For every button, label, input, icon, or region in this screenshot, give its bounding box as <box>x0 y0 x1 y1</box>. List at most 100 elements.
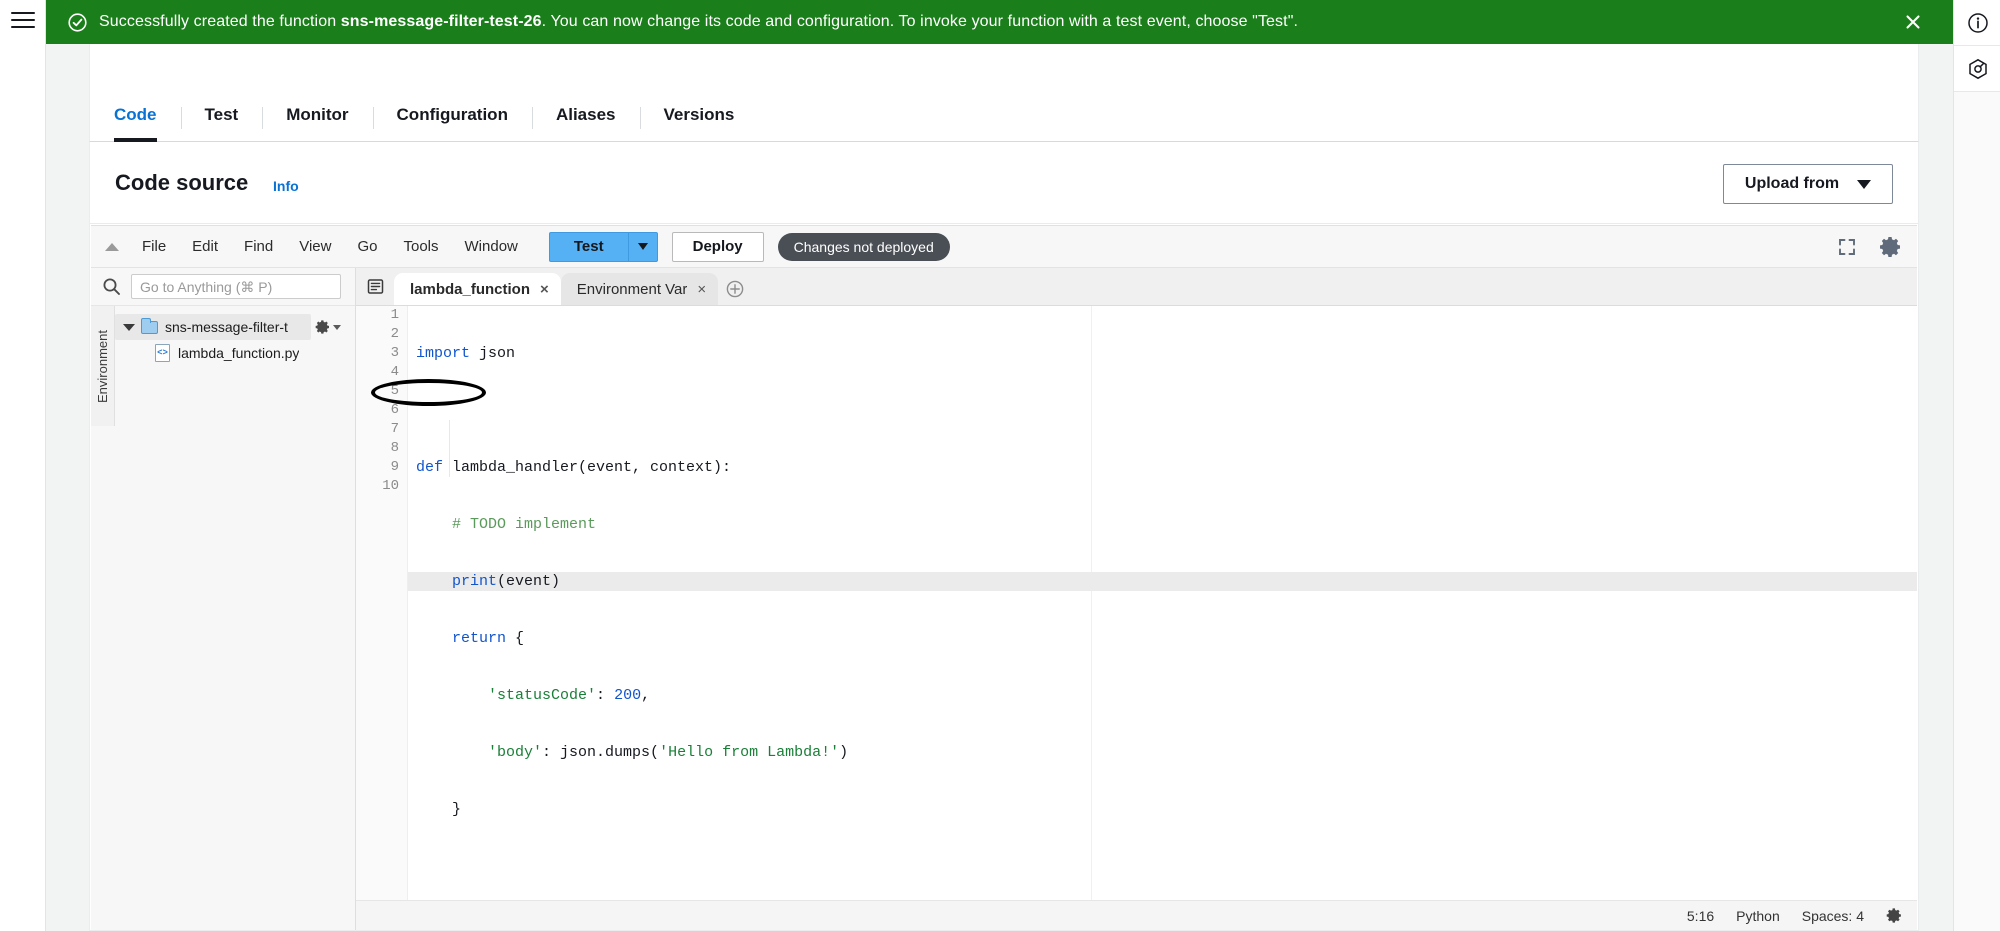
tab-aliases[interactable]: Aliases <box>531 105 640 141</box>
hamburger-menu-icon[interactable] <box>11 12 35 32</box>
code-line-4: # TODO implement <box>408 515 1917 534</box>
code-token-text: json <box>470 345 516 362</box>
line-number: 10 <box>382 478 399 494</box>
line-number: 4 <box>390 364 399 380</box>
collapse-ide-icon[interactable] <box>105 242 119 251</box>
tab-monitor[interactable]: Monitor <box>262 105 372 141</box>
ide-menu-bar: File Edit Find View Go Tools Window Test… <box>91 226 1917 268</box>
folder-icon <box>141 317 158 334</box>
menu-find[interactable]: Find <box>231 226 286 268</box>
deploy-button[interactable]: Deploy <box>671 231 764 262</box>
editor-status-bar: 5:16 Python Spaces: 4 <box>356 900 1917 930</box>
tab-versions-label: Versions <box>663 105 735 124</box>
fullscreen-icon[interactable] <box>1837 237 1857 257</box>
tab-code[interactable]: Code <box>90 105 181 142</box>
test-button[interactable]: Test <box>548 231 628 262</box>
code-token-text: : <box>596 687 615 704</box>
tab-test[interactable]: Test <box>180 105 263 141</box>
file-tree: sns-message-filter-t <> lambda_function.… <box>115 306 356 366</box>
chevron-down-icon <box>123 323 135 331</box>
code-token-keyword: print <box>452 573 498 590</box>
close-icon[interactable]: × <box>697 281 706 298</box>
code-line-9: } <box>408 800 1917 819</box>
explorer-search-row <box>91 268 355 306</box>
menu-edit[interactable]: Edit <box>179 226 231 268</box>
indent-guide <box>449 420 450 477</box>
code-token-keyword: def <box>416 459 444 476</box>
tree-folder-label: sns-message-filter-t <box>165 319 288 335</box>
close-icon[interactable]: × <box>540 281 549 298</box>
code-lines: import json def lambda_handler(event, co… <box>408 306 1917 900</box>
line-number: 8 <box>390 440 399 456</box>
line-number-gutter: 1 2 3 4 5 6 7 8 9 10 <box>356 306 408 900</box>
code-token-text: ) <box>839 744 849 761</box>
flashbar-text-before: Successfully created the function <box>99 13 341 30</box>
upload-from-label: Upload from <box>1744 175 1840 192</box>
left-nav-rail <box>0 0 46 931</box>
folder-gear-icon[interactable] <box>315 319 341 335</box>
code-token-text: , <box>641 687 651 704</box>
tab-configuration[interactable]: Configuration <box>372 105 532 141</box>
hexagon-settings-icon[interactable] <box>1954 46 2000 92</box>
flashbar-text-after: . You can now change its code and config… <box>541 13 1299 30</box>
gear-icon[interactable] <box>1879 235 1903 259</box>
right-utility-rail <box>1953 0 2000 931</box>
menu-tools[interactable]: Tools <box>390 226 451 268</box>
code-token-keyword: return <box>452 630 507 647</box>
tab-code-label: Code <box>114 105 157 124</box>
code-area[interactable]: 1 2 3 4 5 6 7 8 9 10 import json def lam… <box>356 306 1917 900</box>
test-dropdown-button[interactable] <box>627 231 658 262</box>
environment-vertical-tab[interactable]: Environment <box>91 306 115 426</box>
close-icon[interactable] <box>1900 9 1926 35</box>
status-badge: Changes not deployed <box>777 232 950 261</box>
language-mode[interactable]: Python <box>1736 908 1780 924</box>
menu-window[interactable]: Window <box>452 226 531 268</box>
tab-monitor-label: Monitor <box>286 105 349 124</box>
code-token-string: 'Hello from Lambda!' <box>659 744 840 761</box>
add-tab-button[interactable] <box>718 273 752 305</box>
indent-setting[interactable]: Spaces: 4 <box>1802 908 1864 924</box>
editor-tab-label: Environment Var <box>576 280 688 298</box>
file-explorer-sidebar: Environment sns-message-filter-t <box>91 268 356 930</box>
test-button-group: Test <box>548 231 658 262</box>
flashbar-message: Successfully created the function sns-me… <box>99 12 1298 32</box>
chevron-down-icon <box>1857 179 1872 189</box>
tree-file-row[interactable]: <> lambda_function.py <box>115 340 356 366</box>
code-line-1: import json <box>408 344 1917 363</box>
code-line-7: 'statusCode': 200, <box>408 686 1917 705</box>
tab-test-label: Test <box>204 105 239 124</box>
ide-body: Environment sns-message-filter-t <box>91 268 1917 930</box>
upload-from-button[interactable]: Upload from <box>1723 164 1893 204</box>
line-number: 1 <box>390 307 399 323</box>
cloud9-ide: File Edit Find View Go Tools Window Test… <box>91 225 1917 930</box>
editor-tab-environment-var[interactable]: Environment Var × <box>560 273 719 305</box>
code-token-string: 'statusCode' <box>488 687 597 704</box>
info-link[interactable]: Info <box>273 178 299 194</box>
info-circle-icon[interactable] <box>1954 0 2000 46</box>
tree-file-label: lambda_function.py <box>178 345 300 361</box>
code-line-5: print(event) <box>408 572 1917 591</box>
page-title: Code source <box>115 170 249 195</box>
menu-view[interactable]: View <box>286 226 344 268</box>
search-input[interactable] <box>131 274 341 299</box>
tab-versions[interactable]: Versions <box>639 105 759 141</box>
code-line-6: return { <box>408 629 1917 648</box>
gear-icon[interactable] <box>1886 907 1903 924</box>
search-icon <box>91 277 131 296</box>
code-token-text: lambda_handler(event, context): <box>443 459 732 476</box>
chevron-down-icon <box>637 243 648 250</box>
menu-file[interactable]: File <box>129 226 179 268</box>
line-number: 9 <box>390 459 399 475</box>
chevron-down-icon <box>333 324 341 330</box>
tree-folder-row[interactable]: sns-message-filter-t <box>115 314 341 340</box>
cursor-position[interactable]: 5:16 <box>1687 908 1714 924</box>
code-token-number: 200 <box>614 687 642 704</box>
line-number: 3 <box>390 345 399 361</box>
menu-go[interactable]: Go <box>344 226 390 268</box>
editor-tab-lambda-function[interactable]: lambda_function × <box>394 273 561 305</box>
code-token-text: } <box>416 801 462 818</box>
toggle-panel-icon[interactable] <box>356 267 394 305</box>
code-token-text: (event) <box>497 573 561 590</box>
